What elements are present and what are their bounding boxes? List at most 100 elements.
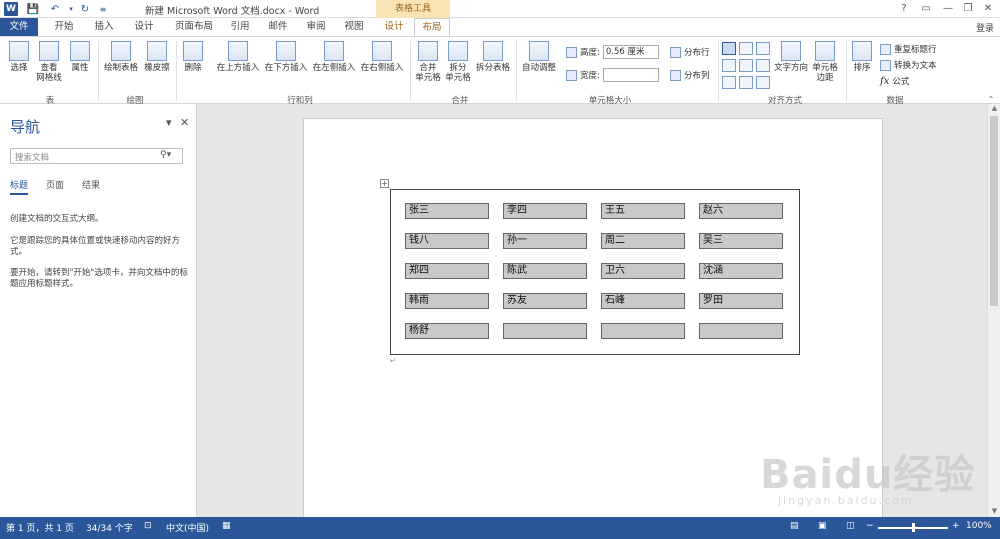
tab-design[interactable]: 设计 — [126, 18, 162, 36]
table-cell[interactable]: 李四 — [503, 203, 587, 219]
search-icon[interactable]: ⚲▾ — [160, 150, 171, 160]
tab-review[interactable]: 审阅 — [298, 18, 334, 36]
distribute-cols-button[interactable]: 分布列 — [670, 69, 710, 81]
tab-table-layout[interactable]: 布局 — [414, 18, 450, 36]
insert-above-button[interactable]: 在上方插入 — [214, 41, 262, 73]
help-button[interactable]: ? — [892, 1, 916, 17]
undo-dropdown-icon[interactable]: ▾ — [64, 2, 78, 16]
zoom-out-icon[interactable]: − — [866, 521, 874, 531]
convert-to-text-button[interactable]: 转换为文本 — [880, 59, 937, 71]
width-input[interactable] — [602, 68, 659, 82]
table-move-handle-icon[interactable]: + — [380, 179, 389, 188]
tab-mailings[interactable]: 邮件 — [260, 18, 296, 36]
properties-button[interactable]: 属性 — [68, 41, 92, 73]
nav-tab-headings[interactable]: 标题 — [10, 178, 29, 195]
insert-below-button[interactable]: 在下方插入 — [262, 41, 310, 73]
formula-button[interactable]: fx 公式 — [880, 75, 909, 88]
table-cell[interactable]: 苏友 — [503, 293, 587, 309]
nav-search-input[interactable]: 搜索文档 — [10, 148, 183, 164]
table-cell[interactable] — [601, 323, 685, 339]
insert-right-button[interactable]: 在右侧插入 — [358, 41, 406, 73]
zoom-in-icon[interactable]: + — [952, 521, 960, 531]
redo-icon[interactable]: ↻ — [78, 2, 92, 16]
ribbon-separator — [516, 41, 517, 101]
word-count[interactable]: 34/34 个字 — [86, 521, 133, 534]
customize-qat-icon[interactable]: ≡ — [96, 2, 110, 16]
split-cells-button[interactable]: 拆分 单元格 — [444, 41, 472, 83]
nav-options-icon[interactable]: ▾ — [166, 116, 172, 129]
nav-close-icon[interactable]: ✕ — [180, 116, 189, 129]
align-top-right-icon[interactable] — [756, 42, 770, 55]
draw-table-button[interactable]: 绘制表格 — [102, 41, 140, 73]
scroll-thumb[interactable] — [990, 116, 998, 306]
cell-margins-button[interactable]: 单元格 边距 — [810, 41, 840, 83]
scroll-up-icon[interactable]: ▲ — [988, 104, 1000, 114]
align-bottom-center-icon[interactable] — [739, 76, 753, 89]
eraser-button[interactable]: 橡皮擦 — [142, 41, 172, 73]
proofing-icon[interactable]: ⊡ — [144, 521, 152, 531]
repeat-header-button[interactable]: 重复标题行 — [880, 43, 937, 55]
table-cell[interactable]: 钱八 — [405, 233, 489, 249]
table-cell[interactable]: 卫六 — [601, 263, 685, 279]
tab-home[interactable]: 开始 — [46, 18, 82, 36]
table-cell[interactable]: 陈武 — [503, 263, 587, 279]
table-cell[interactable]: 吴三 — [699, 233, 783, 249]
table-cell[interactable]: 张三 — [405, 203, 489, 219]
zoom-slider-knob[interactable] — [912, 523, 915, 532]
print-layout-icon[interactable]: ▣ — [818, 521, 827, 531]
align-bottom-left-icon[interactable] — [722, 76, 736, 89]
vertical-scrollbar[interactable]: ▲ ▼ — [987, 104, 1000, 517]
text-direction-button[interactable]: 文字方向 — [772, 41, 810, 73]
align-bottom-right-icon[interactable] — [756, 76, 770, 89]
table-cell[interactable] — [699, 323, 783, 339]
align-top-center-icon[interactable] — [739, 42, 753, 55]
close-button[interactable]: ✕ — [976, 1, 1000, 17]
table-cell[interactable]: 罗田 — [699, 293, 783, 309]
distribute-rows-button[interactable]: 分布行 — [670, 46, 710, 58]
autofit-button[interactable]: 自动调整 — [520, 41, 558, 73]
ribbon-display-button[interactable]: ▭ — [914, 1, 938, 17]
save-icon[interactable]: 💾 — [26, 2, 40, 16]
nav-tab-results[interactable]: 结果 — [82, 178, 100, 191]
language[interactable]: 中文(中国) — [166, 521, 209, 534]
read-mode-icon[interactable]: ▤ — [790, 521, 799, 531]
tab-file[interactable]: 文件 — [0, 18, 38, 36]
table-cell[interactable]: 郑四 — [405, 263, 489, 279]
select-button[interactable]: 选择 — [6, 41, 32, 73]
align-middle-center-icon[interactable] — [739, 59, 753, 72]
height-input[interactable]: 0.56 厘米 — [602, 45, 659, 59]
tab-table-design[interactable]: 设计 — [376, 18, 412, 36]
tab-insert[interactable]: 插入 — [86, 18, 122, 36]
page-count[interactable]: 第 1 页，共 1 页 — [6, 521, 74, 534]
tab-references[interactable]: 引用 — [222, 18, 258, 36]
view-gridlines-button[interactable]: 查看 网格线 — [34, 41, 64, 83]
sort-button[interactable]: 排序 — [850, 41, 874, 73]
zoom-level[interactable]: 100% — [966, 521, 992, 531]
table-cell[interactable]: 杨舒 — [405, 323, 489, 339]
split-table-button[interactable]: 拆分表格 — [474, 41, 512, 73]
align-top-left-icon[interactable] — [722, 42, 736, 55]
delete-button[interactable]: 删除 — [180, 41, 206, 73]
table-cell[interactable]: 沈涵 — [699, 263, 783, 279]
align-middle-right-icon[interactable] — [756, 59, 770, 72]
nav-title: 导航 — [10, 118, 41, 136]
table-cell[interactable]: 王五 — [601, 203, 685, 219]
table-cell[interactable]: 周二 — [601, 233, 685, 249]
table-tools-context: 表格工具 — [376, 0, 450, 18]
tab-page-layout[interactable]: 页面布局 — [166, 18, 222, 36]
scroll-down-icon[interactable]: ▼ — [988, 507, 1000, 517]
table-cell[interactable]: 孙一 — [503, 233, 587, 249]
table-cell[interactable] — [503, 323, 587, 339]
table-cell[interactable]: 韩雨 — [405, 293, 489, 309]
align-middle-left-icon[interactable] — [722, 59, 736, 72]
insert-left-button[interactable]: 在左侧插入 — [310, 41, 358, 73]
merge-cells-button[interactable]: 合并 单元格 — [414, 41, 442, 83]
table-cell[interactable]: 赵六 — [699, 203, 783, 219]
nav-tab-pages[interactable]: 页面 — [46, 178, 64, 191]
login-link[interactable]: 登录 — [976, 21, 994, 34]
tab-view[interactable]: 视图 — [336, 18, 372, 36]
table-cell[interactable]: 石峰 — [601, 293, 685, 309]
macro-icon[interactable]: ▦ — [222, 521, 231, 531]
undo-icon[interactable]: ↶ — [48, 2, 62, 16]
web-layout-icon[interactable]: ◫ — [846, 521, 855, 531]
